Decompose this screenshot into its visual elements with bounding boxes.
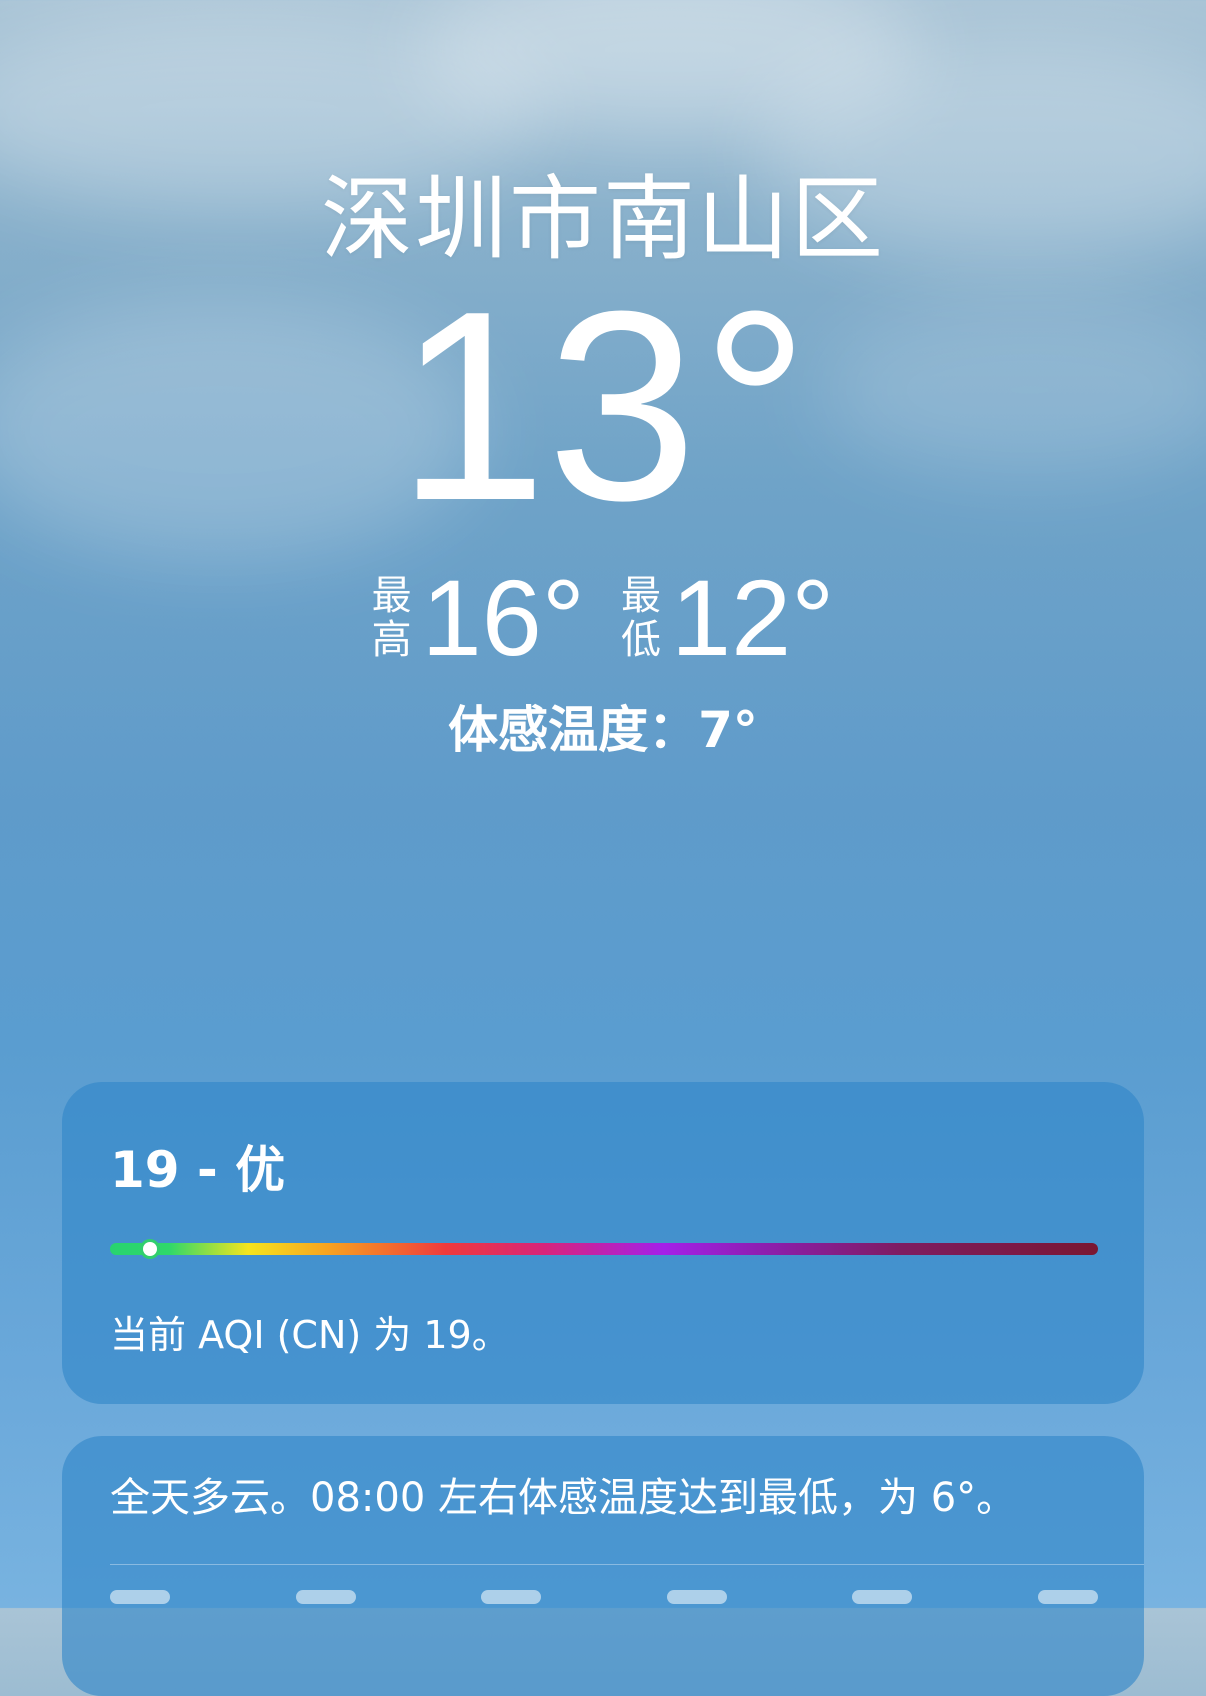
location-title: 深圳市南山区 <box>320 166 885 273</box>
hourly-item-clipped <box>481 1590 542 1604</box>
feels-like: 体感温度：7° <box>448 701 758 759</box>
current-temperature-value: 13 <box>396 256 698 557</box>
hourly-item-clipped <box>852 1590 913 1604</box>
hourly-item-clipped <box>1037 1590 1098 1604</box>
high-value: 16° <box>421 557 585 678</box>
degree-symbol: ° <box>701 256 810 557</box>
aqi-title: 19 - 优 <box>110 1141 286 1199</box>
high-label-top: 最 <box>371 573 412 619</box>
aqi-scale-bar <box>110 1242 1098 1256</box>
high-low-temperatures: 最 高 16° 最 低 12° <box>0 557 1206 678</box>
aqi-description: 当前 AQI (CN) 为 19。 <box>110 1313 510 1357</box>
hourly-item-clipped <box>666 1590 727 1604</box>
hourly-item-clipped <box>295 1590 356 1604</box>
summary-divider <box>110 1564 1144 1565</box>
low-label: 最 低 <box>621 574 661 662</box>
aqi-indicator-dot <box>143 1242 157 1256</box>
low-label-bottom: 低 <box>621 617 661 663</box>
hourly-item-clipped <box>110 1590 170 1604</box>
hourly-forecast-row-clipped <box>110 1590 1098 1620</box>
current-temperature: 13° <box>0 272 1206 542</box>
low-label-top: 最 <box>621 573 661 619</box>
low-value: 12° <box>671 557 835 678</box>
low-temperature: 最 低 12° <box>621 557 835 678</box>
high-label-bottom: 高 <box>371 617 412 663</box>
daily-summary-text: 全天多云。08:00 左右体感温度达到最低，为 6°。 <box>110 1475 1017 1521</box>
high-temperature: 最 高 16° <box>372 557 585 678</box>
high-label: 最 高 <box>372 574 412 662</box>
